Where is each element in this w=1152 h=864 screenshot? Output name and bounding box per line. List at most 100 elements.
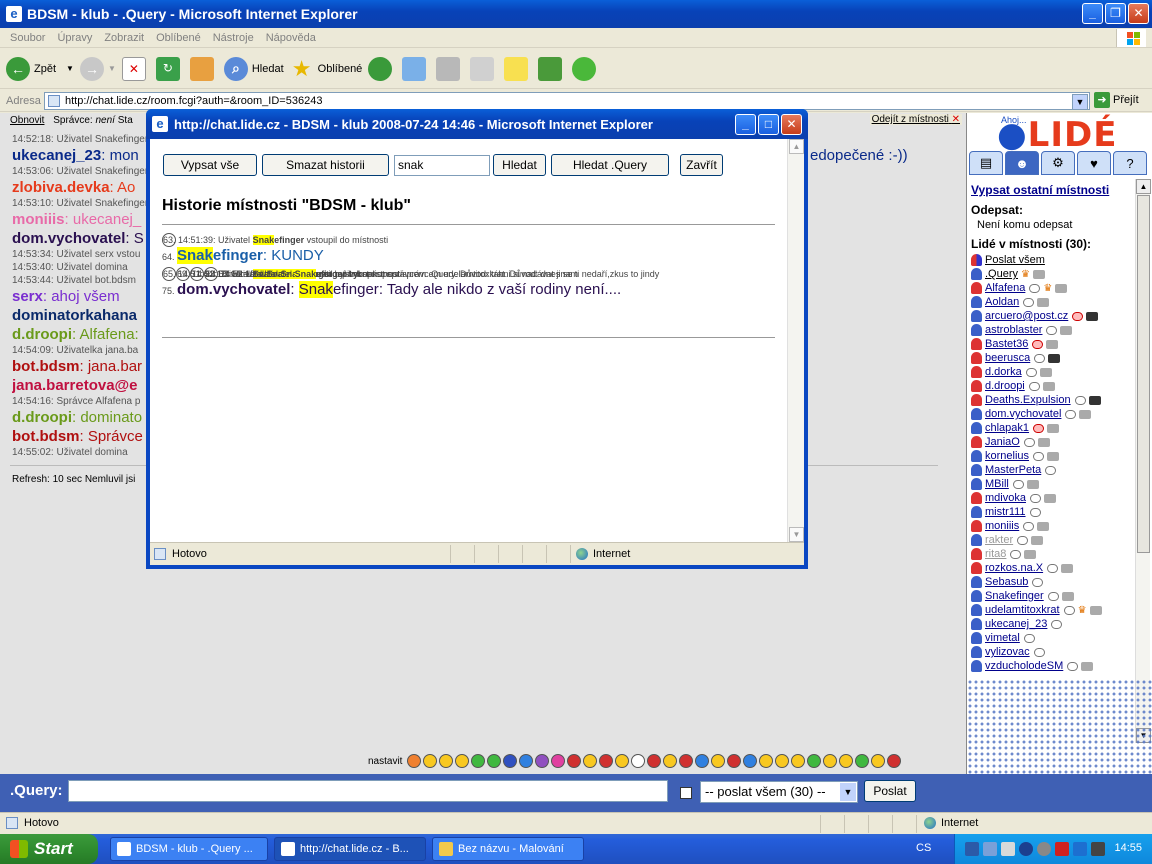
user-name[interactable]: astroblaster [985,324,1042,336]
chat-bubble-icon[interactable] [1010,549,1022,559]
icq-flower-icon[interactable] [572,56,597,81]
message-nick[interactable]: serx [12,288,43,305]
camera-icon[interactable] [1081,661,1094,671]
task-main-browser[interactable]: BDSM - klub - .Query ... [110,837,268,861]
smiley-icon[interactable] [679,754,694,768]
chat-bubble-icon[interactable] [1033,451,1045,461]
user-row[interactable]: Snakefinger [971,589,1135,603]
user-row[interactable]: MasterPeta [971,463,1135,477]
print-icon[interactable] [436,56,461,81]
smiley-icon[interactable] [743,754,758,768]
user-row[interactable]: vzducholodeSM [971,659,1135,673]
edit-icon[interactable] [470,56,495,81]
message-nick[interactable]: jana.barretova@e [12,377,138,394]
refresh-link[interactable]: Obnovit [10,115,44,126]
send-all-row[interactable]: Poslat všem [971,253,1135,267]
address-dropdown[interactable]: ▼ [1072,94,1088,110]
camera-icon[interactable] [1026,479,1039,489]
forward-button[interactable]: → ▼ [79,56,116,81]
minimize-button[interactable]: _ [1082,3,1103,24]
home-icon[interactable] [189,56,214,81]
task-popup-browser[interactable]: http://chat.lide.cz - B... [274,837,426,861]
camera-icon[interactable] [1055,283,1068,293]
language-indicator[interactable]: CS [916,842,931,854]
tray-display-icon[interactable] [983,842,997,856]
scroll-thumb[interactable] [1137,195,1150,553]
smiley-icon[interactable] [839,754,854,768]
close-popup-button[interactable]: Zavřít [680,154,723,176]
user-name[interactable]: Sebasub [985,576,1028,588]
chat-bubble-icon[interactable] [1063,605,1075,615]
smiley-icon[interactable] [599,754,614,768]
user-row[interactable]: Deaths.Expulsion [971,393,1135,407]
tray-shield-icon[interactable] [1055,842,1069,856]
chat-bubble-icon[interactable] [1023,297,1035,307]
chat-bubble-icon[interactable] [1029,507,1041,517]
user-row[interactable]: beerusca [971,351,1135,365]
camera-icon[interactable] [1037,297,1050,307]
user-name[interactable]: kornelius [985,450,1029,462]
camera-icon[interactable] [1039,367,1052,377]
chat-bubble-icon[interactable] [1045,465,1057,475]
user-row[interactable]: d.droopi [971,379,1135,393]
user-row[interactable]: Bastet36 [971,337,1135,351]
chat-bubble-icon[interactable] [1023,521,1035,531]
user-name[interactable]: arcuero@post.cz [985,310,1068,322]
camera-icon[interactable] [1037,521,1050,531]
user-name[interactable]: moniiis [985,520,1019,532]
user-row[interactable]: Sebasub [971,575,1135,589]
smiley-settings-link[interactable]: nastavit [368,756,402,767]
camera-icon[interactable] [1060,325,1073,335]
smiley-icon[interactable] [647,754,662,768]
user-name[interactable]: rita8 [985,548,1006,560]
user-name[interactable]: vzducholodeSM [985,660,1063,672]
sidebar-scrollbar[interactable]: ▲ ▼ [1135,179,1151,743]
go-button[interactable]: ➜ Přejít [1094,92,1139,108]
tray-network-icon[interactable] [965,842,979,856]
user-row[interactable]: chlapak1 [971,421,1135,435]
user-row[interactable]: rita8 [971,547,1135,561]
popup-minimize-button[interactable]: _ [735,114,756,135]
user-row[interactable]: Aoldan [971,295,1135,309]
smiley-icon[interactable] [471,754,486,768]
smiley-icon[interactable] [407,754,422,768]
popup-close-button[interactable]: ✕ [781,114,802,135]
user-name[interactable]: mdivoka [985,492,1026,504]
menu-favorites[interactable]: Oblíbené [156,32,201,44]
user-row[interactable]: mistr111 [971,505,1135,519]
user-row[interactable]: ukecanej_23 [971,617,1135,631]
tab-hearts[interactable]: ♥ [1077,151,1111,175]
user-name[interactable]: dom.vychovatel [985,408,1061,420]
camera-icon[interactable] [1024,549,1037,559]
user-name[interactable]: rozkos.na.X [985,562,1043,574]
message-nick[interactable]: ukecanej_23 [12,147,101,164]
smiley-icon[interactable] [519,754,534,768]
message-nick[interactable]: bot.bdsm [12,358,80,375]
user-name[interactable]: Alfafena [985,282,1025,294]
chat-bubble-icon[interactable] [1047,563,1059,573]
user-row[interactable]: JaniaO [971,435,1135,449]
camera-icon[interactable] [1086,311,1099,321]
user-name[interactable]: Deaths.Expulsion [985,394,1071,406]
recipient-select[interactable]: -- poslat všem (30) -- ▼ [700,781,858,803]
list-all-button[interactable]: Vypsat vše [163,154,257,176]
user-name[interactable]: JaniaO [985,436,1020,448]
user-row[interactable]: Alfafena ♛ [971,281,1135,295]
menu-view[interactable]: Zobrazit [104,32,144,44]
camera-icon[interactable] [1042,381,1055,391]
tab-book[interactable]: ▤ [969,151,1003,175]
start-button[interactable]: Start [0,834,98,864]
smiley-icon[interactable] [855,754,870,768]
leave-room-link[interactable]: Odejít z místnosti ✕ [869,114,962,125]
chat-bubble-icon[interactable] [1072,311,1084,321]
user-row[interactable]: udelamtitoxkrat ♛ [971,603,1135,617]
smiley-icon[interactable] [823,754,838,768]
camera-icon[interactable] [1088,395,1101,405]
user-name[interactable]: rakter [985,534,1013,546]
chat-bubble-icon[interactable] [1047,591,1059,601]
chat-bubble-icon[interactable] [1033,423,1045,433]
history-search-input[interactable]: snak [394,155,490,176]
restore-button[interactable]: ❐ [1105,3,1126,24]
user-name[interactable]: .Query [985,268,1018,280]
smiley-icon[interactable] [871,754,886,768]
